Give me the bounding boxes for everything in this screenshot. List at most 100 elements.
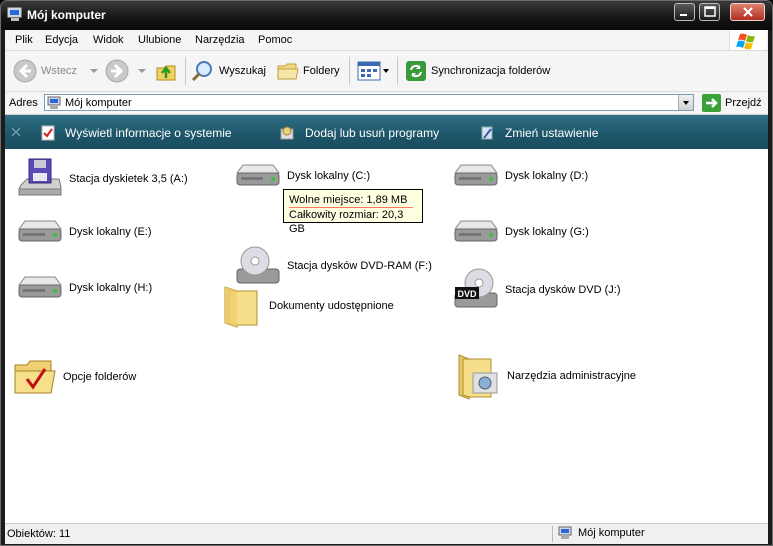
item-label: Stacja dyskietek 3,5 (A:) — [69, 173, 188, 185]
menu-bar: Plik Edycja Widok Ulubione Narzędzia Pom… — [5, 30, 768, 51]
tasks-bar: Wyświetl informacje o systemie Dodaj lub… — [5, 115, 768, 149]
shared-documents[interactable]: Dokumenty udostępnione — [219, 283, 394, 329]
item-label: Dysk lokalny (C:) — [287, 170, 371, 182]
drive-e[interactable]: Dysk lokalny (E:) — [15, 217, 152, 247]
toolbar-separator — [185, 57, 186, 85]
toolbar: Wstecz Wyszukaj Foldery Synchronizacja f… — [5, 51, 768, 92]
folder-options-icon — [14, 360, 56, 394]
task-label: Dodaj lub usuń programy — [305, 126, 440, 140]
item-label: Stacja dysków DVD-RAM (F:) — [287, 260, 432, 272]
hard-drive-icon — [236, 164, 280, 186]
up-folder-button[interactable] — [155, 59, 177, 83]
chevron-down-icon — [683, 101, 689, 105]
window-client: Plik Edycja Widok Ulubione Narzędzia Pom… — [5, 30, 768, 544]
close-button[interactable] — [730, 3, 765, 21]
menu-file[interactable]: Plik — [15, 34, 33, 46]
system-info-icon — [41, 125, 55, 141]
task-add-remove-programs[interactable]: Dodaj lub usuń programy — [279, 125, 439, 141]
maximize-button[interactable] — [699, 3, 720, 21]
admin-tools[interactable]: Narzędzia administracyjne — [455, 351, 636, 401]
back-arrow-icon — [13, 59, 37, 83]
svg-text:DVD: DVD — [457, 289, 477, 299]
forward-dropdown-icon[interactable] — [135, 66, 149, 76]
hard-drive-icon — [18, 220, 62, 242]
windows-flag-icon — [736, 33, 755, 50]
drive-a[interactable]: Stacja dyskietek 3,5 (A:) — [15, 157, 188, 201]
menu-view[interactable]: Widok — [93, 34, 124, 46]
minimize-button[interactable] — [674, 3, 695, 21]
back-dropdown-icon[interactable] — [87, 66, 101, 76]
menu-favorites[interactable]: Ulubione — [138, 34, 181, 46]
minimize-icon — [680, 14, 687, 16]
go-button[interactable]: Przejdź — [702, 94, 762, 112]
item-label: Stacja dysków DVD (J:) — [505, 284, 621, 296]
back-label: Wstecz — [41, 65, 78, 77]
drive-h[interactable]: Dysk lokalny (H:) — [15, 273, 152, 303]
item-label: Dysk lokalny (G:) — [505, 226, 589, 238]
add-remove-programs-icon — [280, 126, 294, 140]
address-label: Adres — [9, 97, 38, 109]
sync-label: Synchronizacja folderów — [431, 65, 551, 77]
toolbar-separator — [349, 57, 350, 85]
toolbar-separator — [397, 57, 398, 85]
close-tasks-icon[interactable] — [11, 127, 21, 137]
my-computer-icon — [7, 7, 22, 21]
floppy-drive-icon — [18, 158, 62, 196]
menu-edit[interactable]: Edycja — [45, 34, 78, 46]
task-system-info[interactable]: Wyświetl informacje o systemie — [41, 125, 232, 141]
shared-folder-icon — [224, 286, 258, 328]
forward-button[interactable] — [105, 59, 149, 83]
drive-c[interactable]: Dysk lokalny (C:) — [233, 161, 370, 191]
menu-help[interactable]: Pomoc — [258, 34, 292, 46]
status-divider — [552, 526, 553, 542]
windows-logo — [729, 30, 766, 50]
menu-tools[interactable]: Narzędzia — [195, 34, 245, 46]
my-computer-icon — [47, 96, 61, 109]
change-setting-icon — [481, 126, 493, 140]
folders-label: Foldery — [303, 65, 340, 77]
window-title: Mój komputer — [27, 8, 106, 22]
folders-icon — [277, 63, 299, 80]
title-bar[interactable]: Mój komputer — [1, 1, 772, 30]
views-dropdown-icon — [383, 69, 389, 73]
go-arrow-icon — [702, 94, 721, 112]
status-bar: Obiektów: 11 Mój komputer — [5, 523, 768, 544]
hard-drive-icon — [454, 164, 498, 186]
item-label: Dokumenty udostępnione — [269, 300, 394, 312]
search-button[interactable]: Wyszukaj — [191, 59, 266, 83]
sync-folders-button[interactable]: Synchronizacja folderów — [405, 59, 550, 83]
item-label: Dysk lokalny (D:) — [505, 170, 589, 182]
status-location: Mój komputer — [558, 526, 645, 540]
status-location-label: Mój komputer — [578, 527, 645, 539]
close-icon — [743, 7, 753, 17]
go-label: Przejdź — [725, 97, 762, 109]
folders-button[interactable]: Foldery — [277, 59, 340, 83]
task-label: Wyświetl informacje o systemie — [65, 126, 232, 140]
status-object-count: Obiektów: 11 — [7, 528, 71, 540]
address-bar: Adres Mój komputer Przejdź — [5, 92, 768, 115]
address-dropdown-button[interactable] — [678, 95, 693, 110]
drive-d[interactable]: Dysk lokalny (D:) — [451, 161, 588, 191]
drive-g[interactable]: Dysk lokalny (G:) — [451, 217, 589, 247]
folder-options[interactable]: Opcje folderów — [13, 357, 136, 397]
views-icon — [357, 61, 381, 81]
back-button[interactable]: Wstecz — [13, 59, 101, 83]
drive-j[interactable]: DVD Stacja dysków DVD (J:) — [451, 267, 621, 313]
item-label: Dysk lokalny (H:) — [69, 282, 153, 294]
views-button[interactable] — [357, 59, 391, 83]
admin-tools-icon — [458, 354, 498, 400]
item-label: Opcje folderów — [63, 371, 137, 383]
hard-drive-icon — [18, 276, 62, 298]
sync-icon — [406, 61, 426, 81]
maximize-icon — [704, 6, 716, 17]
tooltip-free-space: Wolne miejsce: 1,89 MB — [289, 193, 414, 208]
address-input[interactable]: Mój komputer — [44, 94, 694, 111]
explorer-window: Mój komputer Plik Edycja Widok Ulubione … — [0, 0, 773, 546]
forward-arrow-icon — [105, 59, 129, 83]
dvd-drive-icon: DVD — [454, 268, 498, 308]
task-change-setting[interactable]: Zmień ustawienie — [479, 125, 598, 141]
file-view: Stacja dyskietek 3,5 (A:) Dysk lokalny (… — [5, 149, 768, 523]
up-folder-icon — [156, 65, 176, 81]
search-icon — [191, 61, 212, 82]
item-label: Narzędzia administracyjne — [507, 370, 636, 382]
